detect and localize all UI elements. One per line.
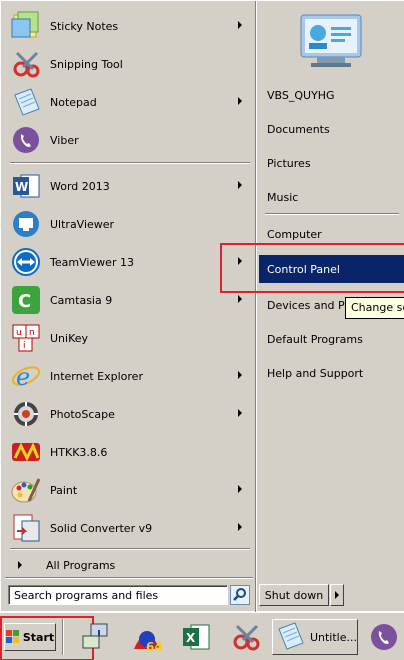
task-label: Untitle... [309, 630, 357, 644]
submenu-arrow-icon [238, 485, 242, 493]
program-camtasia-9[interactable]: C Camtasia 9 [6, 282, 252, 318]
svg-text:u: u [16, 328, 22, 338]
htkk-icon [10, 436, 42, 468]
all-programs-arrow-icon [18, 561, 22, 569]
notepad-icon [275, 621, 306, 653]
notepad-icon [10, 86, 42, 118]
svg-text:e: e [16, 363, 30, 391]
svg-text:X: X [186, 631, 196, 645]
submenu-arrow-icon [238, 371, 242, 379]
photoscape-icon [10, 398, 42, 430]
submenu-arrow-icon [238, 295, 242, 303]
search-input[interactable]: Search programs and files [8, 585, 228, 605]
taskbar-separator [62, 619, 64, 655]
place-user-folder[interactable]: VBS_QUYHG [265, 81, 404, 109]
aida64-icon[interactable]: 64 [130, 621, 162, 653]
chevron-right-icon [335, 591, 339, 599]
highlight-annotation-control-panel [220, 243, 404, 293]
program-label: Word 2013 [50, 179, 110, 193]
shut-down-options-button[interactable] [330, 584, 344, 606]
svg-text:i: i [23, 341, 26, 351]
place-label: Pictures [267, 156, 311, 170]
scissors-icon [10, 48, 42, 80]
program-label: Viber [50, 133, 79, 147]
place-label: Computer [267, 227, 322, 241]
excel-icon[interactable]: X [180, 621, 212, 653]
viber-icon [10, 124, 42, 156]
submenu-arrow-icon [238, 409, 242, 417]
program-label: Sticky Notes [50, 19, 119, 33]
sticky-notes-icon [10, 10, 42, 42]
all-programs-label: All Programs [46, 558, 116, 572]
svg-text:n: n [29, 328, 35, 338]
program-snipping-tool[interactable]: Snipping Tool [6, 46, 252, 82]
paint-icon [10, 474, 42, 506]
solid-converter-icon [10, 512, 42, 544]
place-label: Music [267, 190, 299, 204]
program-notepad[interactable]: Notepad [6, 84, 252, 120]
program-paint[interactable]: Paint [6, 472, 252, 508]
place-music[interactable]: Music [265, 183, 404, 211]
svg-text:64: 64 [146, 640, 162, 653]
place-documents[interactable]: Documents [265, 115, 404, 143]
ultraviewer-icon [10, 208, 42, 240]
separator [265, 213, 399, 215]
search-icon [233, 587, 247, 604]
shut-down-button[interactable]: Shut down [259, 584, 329, 606]
submenu-arrow-icon [238, 21, 242, 29]
unikey-icon: uni [10, 322, 42, 354]
svg-text:C: C [18, 291, 31, 312]
submenu-arrow-icon [238, 523, 242, 531]
program-teamviewer-13[interactable]: TeamViewer 13 [6, 244, 252, 280]
program-label: Snipping Tool [50, 57, 123, 71]
teamviewer-icon [10, 246, 42, 278]
viber-taskbar-icon[interactable] [368, 621, 400, 653]
submenu-arrow-icon [238, 97, 242, 105]
program-word-2013[interactable]: W Word 2013 [6, 168, 252, 204]
program-label: Solid Converter v9 [50, 521, 153, 535]
program-label: PhotoScape [50, 407, 115, 421]
program-label: Camtasia 9 [50, 293, 113, 307]
tooltip: Change settings [345, 297, 404, 319]
program-solid-converter[interactable]: Solid Converter v9 [6, 510, 252, 546]
program-label: HTKK3.8.6 [50, 445, 108, 459]
program-ultraviewer[interactable]: UltraViewer [6, 206, 252, 242]
program-label: Notepad [50, 95, 97, 109]
program-label: UniKey [50, 331, 89, 345]
separator [10, 162, 250, 164]
notepad-task-button[interactable]: Untitle... [272, 619, 358, 655]
network-tool-icon[interactable] [80, 621, 112, 653]
submenu-arrow-icon [238, 181, 242, 189]
place-label: Documents [267, 122, 330, 136]
program-label: TeamViewer 13 [50, 255, 134, 269]
program-viber[interactable]: Viber [6, 122, 252, 158]
camtasia-icon: C [10, 284, 42, 316]
internet-explorer-icon: e [10, 360, 42, 392]
place-help-and-support[interactable]: Help and Support [265, 359, 404, 387]
search-input-text: Search programs and files [14, 589, 159, 602]
programs-pane: Sticky Notes Snipping Tool Notepad Viber [2, 2, 255, 574]
program-label: Internet Explorer [50, 369, 143, 383]
separator [10, 548, 250, 550]
place-pictures[interactable]: Pictures [265, 149, 404, 177]
program-internet-explorer[interactable]: e Internet Explorer [6, 358, 252, 394]
snipping-tool-taskbar-icon[interactable] [230, 621, 262, 653]
place-label: Default Programs [267, 332, 363, 346]
separator [5, 577, 253, 579]
program-label: Paint [50, 483, 78, 497]
place-label: VBS_QUYHG [267, 88, 335, 102]
taskbar: Start 64 X Untitle... [0, 612, 404, 660]
program-unikey[interactable]: uni UniKey [6, 320, 252, 356]
program-label: UltraViewer [50, 217, 115, 231]
place-label: Help and Support [267, 366, 364, 380]
program-sticky-notes[interactable]: Sticky Notes [6, 8, 252, 44]
program-photoscape[interactable]: PhotoScape [6, 396, 252, 432]
place-default-programs[interactable]: Default Programs [265, 325, 404, 353]
search-button[interactable] [230, 585, 250, 605]
program-htkk[interactable]: HTKK3.8.6 [6, 434, 252, 470]
svg-text:W: W [15, 180, 28, 194]
start-menu: Sticky Notes Snipping Tool Notepad Viber [0, 0, 404, 613]
word-icon: W [10, 170, 42, 202]
all-programs-button[interactable]: All Programs [6, 552, 252, 578]
